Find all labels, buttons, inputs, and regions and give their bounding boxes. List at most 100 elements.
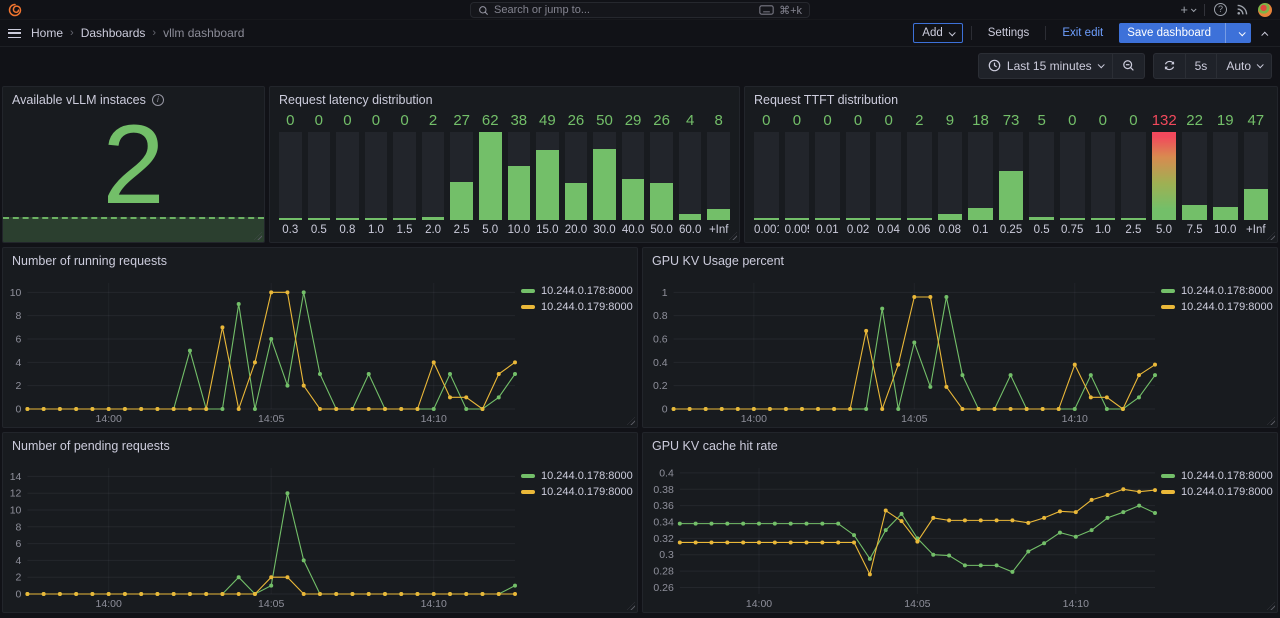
axis-label: 0 — [16, 589, 22, 601]
legend-series-mark — [521, 305, 535, 309]
axis-label: 14:10 — [1063, 598, 1089, 610]
bar-column: 5030.0 — [593, 112, 616, 237]
legend-series-mark — [521, 474, 535, 478]
bar-category-label: 5.0 — [1152, 220, 1177, 237]
time-range-picker[interactable]: Last 15 minutes — [979, 54, 1112, 78]
axis-label: 14:05 — [904, 598, 930, 610]
chevron-down-icon — [1191, 6, 1197, 12]
axis-label: 4 — [16, 555, 22, 567]
bar-column: 00.5 — [308, 112, 331, 237]
bar-track — [279, 132, 302, 220]
ttft-bar-gauge: 00.00100.00500.0100.0200.0420.0690.08180… — [745, 112, 1277, 242]
bar-track — [1182, 132, 1207, 220]
axis-label: 12 — [10, 488, 22, 500]
axis-label: 14:10 — [1062, 413, 1088, 425]
panel-title[interactable]: Request TTFT distribution — [754, 93, 898, 107]
stat-value: 2 — [102, 117, 164, 212]
bar-column: 01.5 — [393, 112, 416, 237]
help-icon[interactable]: ? — [1214, 3, 1227, 16]
bar-track — [968, 132, 993, 220]
bar-column: 01.0 — [365, 112, 388, 237]
bar-track — [1152, 132, 1177, 220]
legend-series-label: 10.244.0.178:8000 — [1181, 470, 1273, 482]
legend-item[interactable]: 10.244.0.178:8000 — [1161, 285, 1275, 297]
bar-value-label: 0 — [785, 112, 810, 132]
kv-usage-chart: 00.20.40.60.8114:0014:0514:10 — [647, 273, 1161, 426]
breadcrumb-home[interactable]: Home — [31, 26, 63, 40]
hit-rate-chart: 0.260.280.30.320.340.360.380.414:0014:05… — [647, 458, 1161, 611]
bar-category-label: 10.0 — [508, 220, 531, 237]
bar-track — [1213, 132, 1238, 220]
legend-item[interactable]: 10.244.0.179:8000 — [521, 301, 635, 313]
panel-kv-usage: GPU KV Usage percent 00.20.40.60.8114:00… — [642, 247, 1278, 428]
exit-edit-button[interactable]: Exit edit — [1054, 23, 1111, 43]
timeseries-svg: 00.20.40.60.8114:0014:0514:10 — [647, 273, 1161, 426]
bar-value-label: 0 — [308, 112, 331, 132]
panel-pending-requests: Number of pending requests 0246810121414… — [2, 432, 638, 613]
bar-value-label: 49 — [536, 112, 559, 132]
legend-item[interactable]: 10.244.0.178:8000 — [521, 285, 635, 297]
bar-value-label: 0 — [876, 112, 901, 132]
bar-column: 272.5 — [450, 112, 473, 237]
bar-fill — [508, 166, 531, 220]
bar-value-label: 27 — [450, 112, 473, 132]
bar-track — [876, 132, 901, 220]
bar-value-label: 29 — [622, 112, 645, 132]
axis-label: 0.36 — [653, 500, 674, 512]
axis-label: 14:05 — [901, 413, 927, 425]
panel-title[interactable]: Request latency distribution — [279, 93, 433, 107]
axis-label: 0.8 — [653, 310, 668, 322]
bar-value-label: 0 — [365, 112, 388, 132]
panel-hit-rate: GPU KV cache hit rate 0.260.280.30.320.3… — [642, 432, 1278, 613]
bar-category-label: 1.0 — [1091, 220, 1116, 237]
bar-value-label: 0 — [1121, 112, 1146, 132]
legend-series-mark — [521, 490, 535, 494]
axis-label: 0.34 — [653, 517, 674, 529]
axis-label: 14:00 — [96, 598, 122, 610]
panel-title[interactable]: Number of running requests — [12, 254, 167, 268]
legend-item[interactable]: 10.244.0.179:8000 — [521, 486, 635, 498]
panel-title[interactable]: GPU KV Usage percent — [652, 254, 784, 268]
refresh-interval-label[interactable]: 5s — [1185, 54, 1217, 78]
legend-item[interactable]: 10.244.0.179:8000 — [1161, 301, 1275, 313]
bar-fill — [815, 218, 840, 220]
bar-track — [622, 132, 645, 220]
bar-fill — [479, 132, 502, 220]
axis-label: 14:05 — [258, 413, 284, 425]
panel-title[interactable]: Number of pending requests — [12, 439, 170, 453]
zoom-out-button[interactable] — [1112, 54, 1144, 78]
legend-series-label: 10.244.0.178:8000 — [541, 285, 633, 297]
bar-category-label: 20.0 — [565, 220, 588, 237]
legend-series-label: 10.244.0.178:8000 — [541, 470, 633, 482]
menu-toggle-icon[interactable] — [8, 29, 21, 38]
panel-title[interactable]: GPU KV cache hit rate — [652, 439, 778, 453]
settings-button[interactable]: Settings — [980, 23, 1038, 43]
chevron-down-icon — [948, 29, 955, 36]
save-dashboard-button[interactable]: Save dashboard — [1119, 23, 1251, 43]
bar-fill — [1029, 217, 1054, 220]
panel-running-requests: Number of running requests 024681014:001… — [2, 247, 638, 428]
refresh-button[interactable] — [1154, 54, 1185, 78]
chevron-down-icon — [1097, 61, 1104, 68]
add-panel-button[interactable]: Add — [913, 23, 962, 43]
legend-item[interactable]: 10.244.0.178:8000 — [1161, 470, 1275, 482]
bar-fill — [393, 218, 416, 220]
legend-item[interactable]: 10.244.0.179:8000 — [1161, 486, 1275, 498]
legend-item[interactable]: 10.244.0.178:8000 — [521, 470, 635, 482]
search-input[interactable]: Search or jump to... ⌘+k — [470, 2, 810, 18]
collapse-header-button[interactable] — [1259, 24, 1272, 42]
dashboard-grid: Available vLLM instaces i 2 Request late… — [0, 84, 1280, 618]
latency-bar-gauge: 00.300.500.801.001.522.0272.5625.03810.0… — [270, 112, 739, 242]
axis-label: 0.4 — [659, 467, 674, 479]
bar-category-label: 40.0 — [622, 220, 645, 237]
axis-label: 0.26 — [653, 582, 674, 594]
add-menu-button[interactable]: + — [1180, 3, 1195, 16]
grafana-logo-icon[interactable] — [8, 3, 22, 17]
auto-refresh-picker[interactable]: Auto — [1216, 54, 1271, 78]
news-icon[interactable] — [1236, 3, 1249, 16]
bar-track — [565, 132, 588, 220]
bar-column: 625.0 — [479, 112, 502, 237]
user-avatar[interactable] — [1258, 3, 1272, 17]
breadcrumb-dashboards[interactable]: Dashboards — [81, 26, 146, 40]
axis-label: 14:10 — [421, 598, 447, 610]
